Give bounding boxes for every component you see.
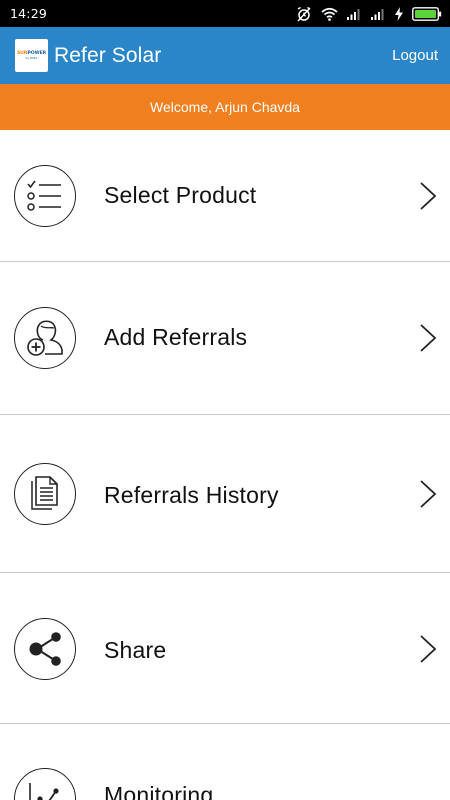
welcome-banner: Welcome, Arjun Chavda bbox=[0, 84, 450, 130]
menu-item-add-referrals[interactable]: Add Referrals bbox=[0, 262, 450, 414]
checklist-icon bbox=[14, 165, 76, 227]
menu-item-monitoring[interactable]: Monitoring bbox=[0, 724, 450, 800]
app-bar: SUNPOWER by ESEL Refer Solar Logout bbox=[0, 27, 450, 84]
share-icon bbox=[14, 618, 76, 680]
alarm-off-icon bbox=[297, 6, 311, 21]
line-chart-icon bbox=[14, 768, 76, 800]
charging-icon bbox=[395, 6, 403, 21]
menu-item-label: Monitoring bbox=[104, 782, 214, 800]
chevron-right-icon bbox=[420, 324, 437, 352]
logo-tagline: by ESEL bbox=[25, 56, 38, 60]
menu-item-select-product[interactable]: Select Product bbox=[0, 130, 450, 261]
menu-item-referrals-history[interactable]: Referrals History bbox=[0, 415, 450, 572]
signal-icon-2 bbox=[371, 9, 384, 20]
battery-icon bbox=[412, 6, 442, 21]
menu-item-share[interactable]: Share bbox=[0, 573, 450, 723]
menu-item-label: Select Product bbox=[104, 182, 257, 208]
chevron-right-icon bbox=[420, 480, 437, 508]
status-bar: 14:29 bbox=[0, 0, 450, 27]
app-title: Refer Solar bbox=[54, 43, 162, 67]
wifi-icon bbox=[321, 7, 338, 21]
status-icons bbox=[296, 0, 442, 27]
signal-icon-1 bbox=[347, 9, 360, 20]
menu-item-label: Share bbox=[104, 637, 167, 663]
logout-button[interactable]: Logout bbox=[392, 47, 438, 64]
brand-logo: SUNPOWER by ESEL bbox=[15, 39, 48, 72]
chevron-right-icon bbox=[420, 182, 437, 210]
chevron-right-icon bbox=[420, 635, 437, 663]
menu-item-label: Referrals History bbox=[104, 482, 279, 508]
documents-icon bbox=[14, 463, 76, 525]
add-person-icon bbox=[14, 307, 76, 369]
menu-item-label: Add Referrals bbox=[104, 324, 248, 350]
welcome-text: Welcome, Arjun Chavda bbox=[150, 99, 300, 115]
status-time: 14:29 bbox=[10, 6, 48, 21]
